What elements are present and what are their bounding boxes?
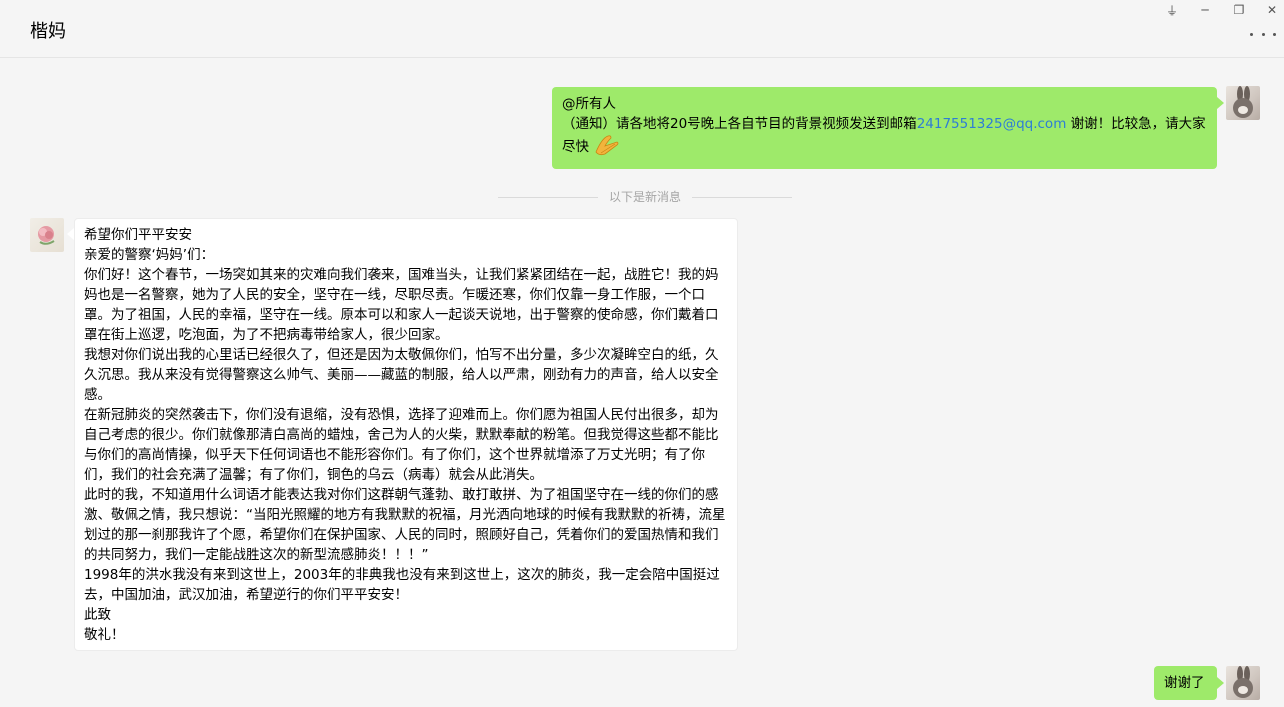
message-text: 谢谢了: [1164, 675, 1205, 691]
message-bubble-contact[interactable]: 希望你们平平安安 亲爱的警察‘妈妈’们： 你们好！这个春节，一场突如其来的灾难向…: [74, 218, 738, 651]
bubble-tail: [1217, 677, 1224, 689]
message-paragraph: 你们好！这个春节，一场突如其来的灾难向我们袭来，国难当头，让我们紧紧团结在一起，…: [84, 267, 719, 343]
email-link[interactable]: 2417551325@qq.com: [917, 116, 1067, 132]
bubble-tail: [67, 228, 74, 240]
message-paragraph: 此致: [84, 607, 111, 623]
self-avatar[interactable]: [1226, 86, 1260, 120]
divider-line-left: [498, 197, 598, 198]
message-mention: @所有人: [562, 96, 616, 112]
message-paragraph: 敬礼！: [84, 627, 125, 643]
message-paragraph: 我想对你们说出我的心里话已经很久了，但还是因为太敬佩你们，怕写不出分量，多少次凝…: [84, 347, 719, 403]
more-options-icon[interactable]: [1250, 26, 1276, 42]
new-messages-divider: 以下是新消息: [608, 190, 681, 204]
close-icon[interactable]: ✕: [1257, 0, 1284, 20]
divider-line-right: [692, 197, 792, 198]
contact-avatar[interactable]: [30, 218, 64, 252]
title-bar: 楷妈 ⏚ ─ ❐ ✕: [0, 0, 1284, 58]
chat-title: 楷妈: [30, 21, 66, 42]
message-bubble-self[interactable]: @所有人 （通知）请各地将20号晚上各自节目的背景视频发送到邮箱24175513…: [552, 87, 1217, 169]
message-paragraph: 在新冠肺炎的突然袭击下，你们没有退缩，没有恐惧，选择了迎难而上。你们愿为祖国人民…: [84, 407, 719, 483]
message-bubble-self[interactable]: 谢谢了: [1154, 666, 1217, 700]
message-paragraph: 此时的我，不知道用什么词语才能表达我对你们这群朝气蓬勃、敢打敢拼、为了祖国坚守在…: [84, 487, 726, 563]
message-paragraph: 亲爱的警察‘妈妈’们：: [84, 247, 215, 263]
minimize-icon[interactable]: ─: [1190, 0, 1220, 20]
clasped-hands-icon: [595, 135, 619, 156]
message-text: （通知）请各地将20号晚上各自节目的背景视频发送到邮箱2417551325@qq…: [562, 116, 1206, 156]
chat-window: 楷妈 ⏚ ─ ❐ ✕ @所有人 （通知）请各地将20号晚上各自节目的背景视频发送…: [0, 0, 1284, 707]
pin-icon[interactable]: ⏚: [1157, 0, 1187, 20]
bubble-tail: [1217, 97, 1224, 109]
restore-icon[interactable]: ❐: [1224, 0, 1254, 20]
self-avatar[interactable]: [1226, 666, 1260, 700]
message-paragraph: 希望你们平平安安: [84, 227, 192, 243]
message-paragraph: 1998年的洪水我没有来到这世上，2003年的非典我也没有来到这世上，这次的肺炎…: [84, 567, 720, 603]
